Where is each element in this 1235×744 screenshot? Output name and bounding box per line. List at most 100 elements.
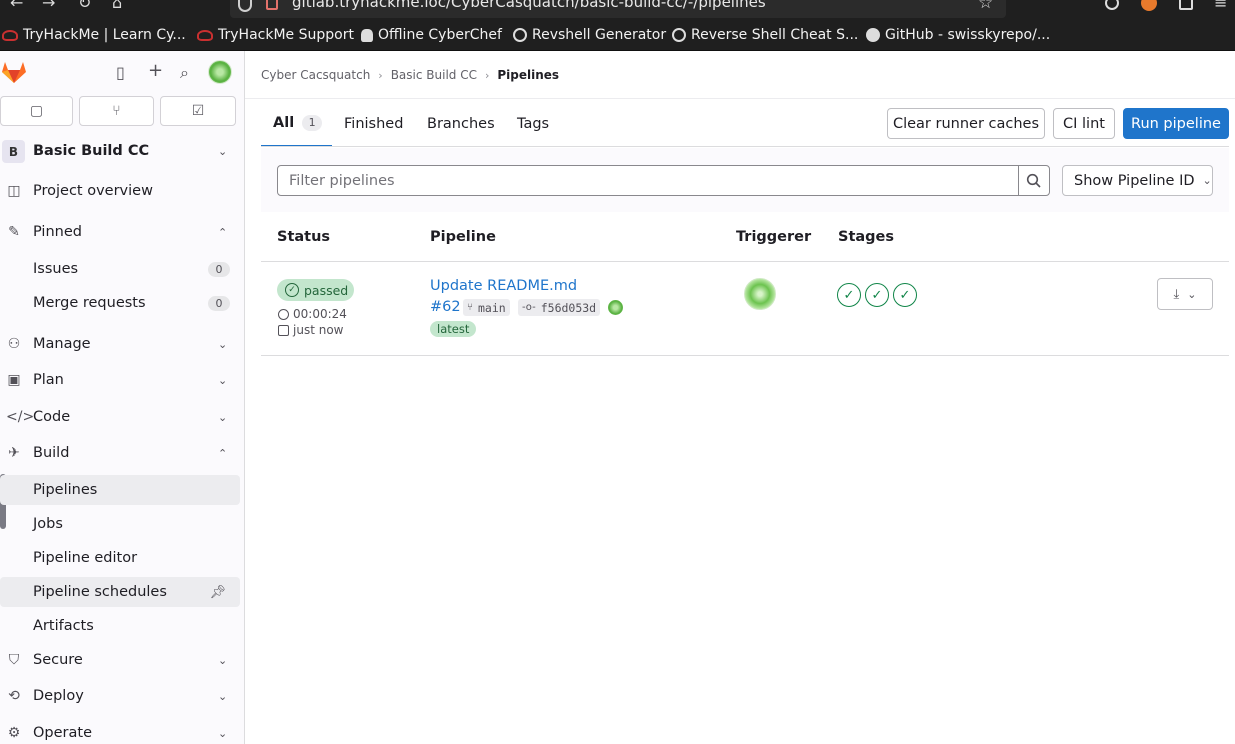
pipeline-commit-title-link[interactable]: Update README.md — [430, 278, 577, 294]
extensions-icon[interactable] — [1179, 0, 1193, 10]
globe-icon — [513, 28, 527, 42]
firefox-account-icon[interactable] — [1141, 0, 1157, 11]
bookmark-item[interactable]: GitHub - swisskyrepo/... — [866, 27, 1050, 43]
pipeline-finished-time: just now — [278, 323, 343, 337]
ci-lint-button[interactable]: CI lint — [1053, 108, 1115, 139]
breadcrumb-current[interactable]: Pipelines — [497, 68, 559, 82]
chevron-down-icon: ⌄ — [218, 145, 228, 158]
chevron-down-icon: ⌄ — [218, 337, 228, 351]
sidebar-item-code[interactable]: </> Code ⌄ — [0, 402, 240, 432]
sidebar-item-artifacts[interactable]: Artifacts — [0, 611, 240, 641]
clear-runner-caches-button[interactable]: Clear runner caches — [887, 108, 1045, 139]
merge-requests-tab-icon[interactable]: ⑂ — [79, 96, 154, 126]
search-icon — [1026, 173, 1041, 188]
branch-icon: ⑂ — [467, 302, 473, 313]
browser-toolbar: ← → ↻ ⌂ gitlab.tryhackme.loc/CyberCasqua… — [0, 0, 1235, 20]
pin-icon: ✎ — [8, 224, 20, 240]
bookmark-item[interactable]: Offline CyberChef — [361, 27, 502, 43]
sidebar-item-issues[interactable]: Issues 0 — [0, 254, 240, 284]
tab-tags[interactable]: Tags — [517, 100, 549, 147]
sidebar-toggle-icon[interactable]: ▯ — [116, 63, 125, 82]
sidebar-item-project-overview[interactable]: ◫ Project overview — [0, 176, 240, 206]
commit-icon: -o- — [522, 302, 536, 313]
lock-icon[interactable] — [266, 0, 278, 10]
column-header-pipeline: Pipeline — [430, 229, 496, 245]
bookmark-star-icon[interactable]: ☆ — [978, 0, 993, 13]
chef-hat-icon — [361, 28, 373, 42]
breadcrumb-item[interactable]: Basic Build CC — [391, 68, 477, 82]
reload-icon[interactable]: ↻ — [78, 0, 91, 12]
rocket-icon: ✈ — [8, 445, 20, 461]
sidebar-item-secure[interactable]: ⛉ Secure ⌄ — [0, 645, 240, 675]
breadcrumb-item[interactable]: Cyber Cacsquatch — [261, 68, 370, 82]
run-pipeline-button[interactable]: Run pipeline — [1123, 108, 1229, 139]
tryhackme-icon — [2, 29, 18, 41]
search-icon[interactable]: ⌕ — [180, 63, 189, 83]
issues-tab-icon[interactable]: ▢ — [0, 96, 73, 126]
bookmark-item[interactable]: TryHackMe Support — [197, 27, 354, 43]
search-button[interactable] — [1018, 165, 1050, 196]
sidebar-item-merge-requests[interactable]: Merge requests 0 — [0, 288, 240, 318]
show-pipeline-id-dropdown[interactable]: Show Pipeline ID ⌄ — [1062, 165, 1213, 196]
url-text[interactable]: gitlab.tryhackme.loc/CyberCasquatch/basi… — [292, 0, 766, 11]
create-new-icon[interactable]: + — [148, 60, 163, 81]
project-name: Basic Build CC — [33, 143, 150, 159]
todo-tab-icon[interactable]: ☑ — [160, 96, 236, 126]
commit-author-avatar[interactable] — [608, 300, 623, 315]
pocket-icon[interactable] — [1105, 0, 1119, 10]
pin-icon[interactable]: 📌︎ — [209, 585, 226, 600]
back-icon[interactable]: ← — [10, 0, 23, 12]
issues-count-badge: 0 — [208, 261, 230, 277]
stage-passed-icon[interactable]: ✓ — [865, 283, 889, 307]
breadcrumb: Cyber Cacsquatch › Basic Build CC › Pipe… — [261, 68, 559, 82]
commit-sha-chip[interactable]: -o- f56d053d — [518, 299, 601, 316]
bookmark-item[interactable]: TryHackMe | Learn Cy... — [2, 27, 186, 43]
tab-branches[interactable]: Branches — [427, 100, 495, 147]
filter-pipelines-input[interactable]: Filter pipelines — [277, 165, 1019, 196]
divider — [261, 146, 1229, 147]
divider — [245, 98, 1235, 99]
chevron-down-icon: ⌄ — [218, 373, 228, 387]
sidebar-item-pipeline-editor[interactable]: Pipeline editor — [0, 543, 240, 573]
bookmark-item[interactable]: Revshell Generator — [513, 27, 666, 43]
shield-icon: ⛉ — [8, 652, 20, 668]
divider — [261, 261, 1229, 262]
sidebar-item-manage[interactable]: ⚇ Manage ⌄ — [0, 329, 240, 359]
tryhackme-icon — [197, 29, 213, 41]
forward-icon[interactable]: → — [42, 0, 55, 12]
latest-badge: latest — [430, 321, 477, 337]
download-artifacts-button[interactable]: ⤓ ⌄ — [1157, 278, 1213, 310]
chevron-down-icon: ⌄ — [1202, 174, 1212, 187]
status-badge[interactable]: ✓ passed — [277, 279, 354, 301]
menu-icon[interactable]: ≡ — [1214, 0, 1227, 12]
pipeline-id-link[interactable]: #62 — [430, 299, 461, 315]
sidebar-item-pipeline-schedules[interactable]: Pipeline schedules 📌︎ — [0, 577, 240, 607]
project-switcher[interactable]: B Basic Build CC ⌄ — [0, 138, 245, 166]
pipeline-duration: 00:00:24 — [278, 307, 347, 321]
github-icon — [866, 28, 880, 42]
stage-passed-icon[interactable]: ✓ — [837, 283, 861, 307]
sidebar-item-deploy[interactable]: ⟲ Deploy ⌄ — [0, 681, 240, 711]
gitlab-logo-icon[interactable] — [0, 58, 28, 86]
sidebar-item-jobs[interactable]: Jobs — [0, 509, 240, 539]
tab-all[interactable]: All 1 — [261, 100, 332, 147]
sidebar: ▯ + ⌕ ▢ ⑂ ☑ B Basic Build CC ⌄ ◫ Project… — [0, 51, 245, 744]
tab-finished[interactable]: Finished — [344, 100, 403, 147]
triggerer-avatar[interactable] — [744, 278, 776, 310]
branch-ref-chip[interactable]: ⑂ main — [463, 299, 510, 316]
sidebar-item-pipelines[interactable]: Pipelines — [0, 475, 240, 505]
stage-passed-icon[interactable]: ✓ — [893, 283, 917, 307]
cloud-gear-icon: ⚙ — [7, 725, 21, 741]
sidebar-item-plan[interactable]: ▣ Plan ⌄ — [0, 365, 240, 395]
check-circle-icon: ✓ — [285, 283, 299, 297]
home-icon[interactable]: ⌂ — [112, 0, 122, 12]
divider — [261, 355, 1229, 356]
user-avatar[interactable] — [208, 60, 232, 84]
sidebar-item-pinned[interactable]: ✎ Pinned ⌃ — [0, 217, 240, 247]
chevron-down-icon: ⌄ — [218, 653, 228, 667]
chevron-down-icon: ⌄ — [1187, 287, 1197, 301]
globe-icon — [672, 28, 686, 42]
sidebar-item-operate[interactable]: ⚙ Operate ⌄ — [0, 718, 240, 744]
bookmark-item[interactable]: Reverse Shell Cheat S... — [672, 27, 858, 43]
sidebar-item-build[interactable]: ✈ Build ⌃ — [0, 438, 240, 468]
